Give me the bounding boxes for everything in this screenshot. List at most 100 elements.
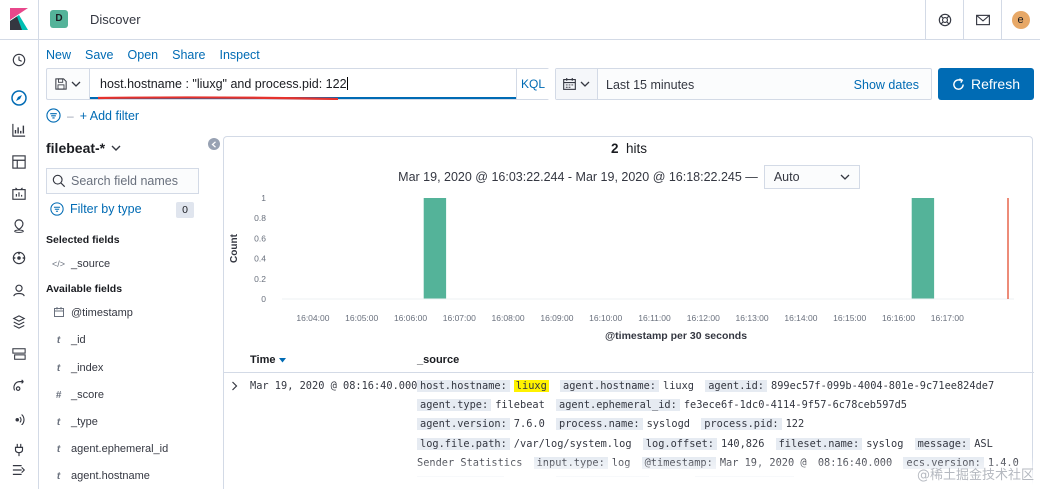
chevron-down-icon	[580, 81, 590, 87]
filter-count-badge: 0	[176, 202, 194, 218]
field-item-index[interactable]: t _index	[50, 358, 220, 378]
recent-clock-icon[interactable]	[11, 52, 27, 68]
kibana-logo-icon[interactable]	[10, 8, 28, 30]
field-name: _index	[71, 362, 104, 374]
newsfeed-button[interactable]	[963, 0, 1001, 40]
y-tick-label: 0.6	[254, 233, 266, 243]
timespan-row: Mar 19, 2020 @ 16:03:22.244 - Mar 19, 20…	[224, 165, 1034, 189]
space-avatar[interactable]: D	[50, 10, 68, 28]
new-link[interactable]: New	[46, 48, 71, 62]
watermark-text: @稀土掘金技术社区	[916, 468, 1034, 483]
field-item-score[interactable]: # _score	[50, 385, 220, 405]
field-name: agent.ephemeral_id	[71, 443, 169, 455]
field-item-agent-ephemeral-id[interactable]: t agent.ephemeral_id	[50, 439, 220, 459]
discover-compass-icon[interactable]	[11, 90, 27, 106]
y-tick-label: 0.8	[254, 213, 266, 223]
mail-icon	[975, 14, 990, 26]
inspect-link[interactable]: Inspect	[219, 48, 259, 62]
source-field-value: 122	[785, 418, 805, 431]
source-field-value: syslog	[866, 437, 904, 450]
field-item-type[interactable]: t _type	[50, 412, 220, 432]
user-menu-button[interactable]: e	[1001, 0, 1039, 40]
text-cursor	[346, 77, 348, 90]
source-field-key: agent.id:	[705, 380, 767, 392]
share-link[interactable]: Share	[172, 48, 205, 62]
source-field-key: agent.hostname:	[560, 380, 659, 392]
monitoring-icon[interactable]	[11, 410, 27, 426]
query-text: host.hostname : "liuxg" and process.pid:…	[100, 77, 347, 91]
quick-menu-button[interactable]	[556, 69, 598, 99]
source-field-key: log.file.path:	[417, 437, 510, 450]
save-disk-icon	[55, 78, 67, 90]
field-name: @timestamp	[71, 307, 133, 319]
source-field-value: fe3ece6f-1dc0-4114-9f57-6c78ceb597d5	[683, 399, 907, 412]
add-filter-link[interactable]: + Add filter	[80, 109, 139, 123]
filter-by-type-label: Filter by type	[70, 202, 142, 216]
maps-pin-icon[interactable]	[11, 218, 27, 234]
field-item-timestamp[interactable]: @timestamp	[50, 303, 220, 323]
results-panel: 2 hits Mar 19, 2020 @ 16:03:22.244 - Mar…	[223, 136, 1034, 489]
help-button[interactable]	[925, 0, 963, 40]
histogram-bar	[423, 198, 447, 299]
interval-select[interactable]: Auto	[763, 165, 860, 189]
source-field-value: syslogd	[646, 418, 690, 431]
collapse-sidebar-button[interactable]	[208, 138, 220, 150]
uptime-icon[interactable]	[11, 346, 27, 362]
y-axis-label: Count	[229, 233, 240, 263]
time-range-label[interactable]: Last 15 minutes	[606, 78, 694, 92]
open-link[interactable]: Open	[128, 48, 159, 62]
help-icon	[938, 13, 951, 27]
x-tick-label: 16:08:00	[492, 313, 525, 323]
filter-options-icon[interactable]	[46, 108, 61, 123]
y-tick-label: 1	[261, 193, 266, 203]
dashboard-icon[interactable]	[11, 154, 27, 170]
visualize-chart-icon[interactable]	[11, 122, 27, 138]
string-type-icon: t	[56, 470, 61, 482]
x-tick-label: 16:05:00	[345, 313, 378, 323]
saved-query-button[interactable]	[47, 69, 90, 99]
siem-user-icon[interactable]	[11, 282, 27, 298]
kql-toggle-button[interactable]: KQL	[516, 69, 549, 99]
chevron-right-icon[interactable]	[231, 381, 238, 391]
refresh-button[interactable]: Refresh	[938, 68, 1034, 100]
source-field-value: 140,826	[721, 437, 765, 450]
filter-icon	[50, 202, 64, 216]
annotation-underline	[98, 96, 338, 100]
query-input[interactable]: host.hostname : "liuxg" and process.pid:…	[90, 69, 516, 99]
header-divider	[38, 0, 39, 40]
field-search-input[interactable]: Search field names	[46, 168, 199, 194]
save-link[interactable]: Save	[85, 48, 114, 62]
x-tick-label: 16:16:00	[882, 313, 915, 323]
interval-value: Auto	[773, 170, 800, 184]
show-dates-link[interactable]: Show dates	[854, 78, 919, 92]
field-item-source[interactable]: </> _source	[50, 254, 220, 274]
chevron-left-icon	[211, 140, 216, 148]
collapse-nav-icon[interactable]	[11, 462, 27, 478]
index-pattern-selector[interactable]: filebeat-*	[46, 140, 121, 156]
x-tick-label: 16:10:00	[589, 313, 622, 323]
table-row[interactable]: Mar 19, 2020 @ 08:16:40.000 host.hostnam…	[224, 375, 1034, 489]
logs-icon[interactable]	[11, 314, 27, 330]
time-column-header[interactable]: Time	[250, 354, 286, 366]
calendar-icon	[563, 78, 576, 90]
x-tick-label: 16:11:00	[638, 313, 671, 323]
timespan-text: Mar 19, 2020 @ 16:03:22.244 - Mar 19, 20…	[398, 170, 758, 184]
chevron-down-icon	[840, 174, 850, 180]
dev-tools-icon[interactable]	[11, 442, 27, 458]
field-name: _type	[71, 416, 98, 428]
field-item-agent-hostname[interactable]: t agent.hostname	[50, 466, 220, 486]
time-column-label: Time	[250, 354, 276, 366]
histogram-chart: 0 0.2 0.4 0.6 0.8 1 16:04:00 16:05:00 16:06:00 1…	[229, 193, 1014, 342]
ml-icon[interactable]	[11, 250, 27, 266]
apm-icon[interactable]	[11, 378, 27, 394]
source-field-value: 7.6.0	[513, 418, 545, 431]
field-item-id[interactable]: t _id	[50, 330, 220, 350]
index-pattern-label: filebeat-*	[46, 140, 106, 156]
canvas-icon[interactable]	[11, 186, 27, 202]
filter-by-type-button[interactable]: Filter by type	[50, 202, 142, 216]
source-field-key: host.hostname:	[417, 380, 510, 392]
field-name: agent.hostname	[71, 470, 150, 482]
string-type-icon: t	[56, 334, 61, 346]
field-name: _source	[71, 258, 111, 270]
number-type-icon: #	[55, 389, 62, 401]
